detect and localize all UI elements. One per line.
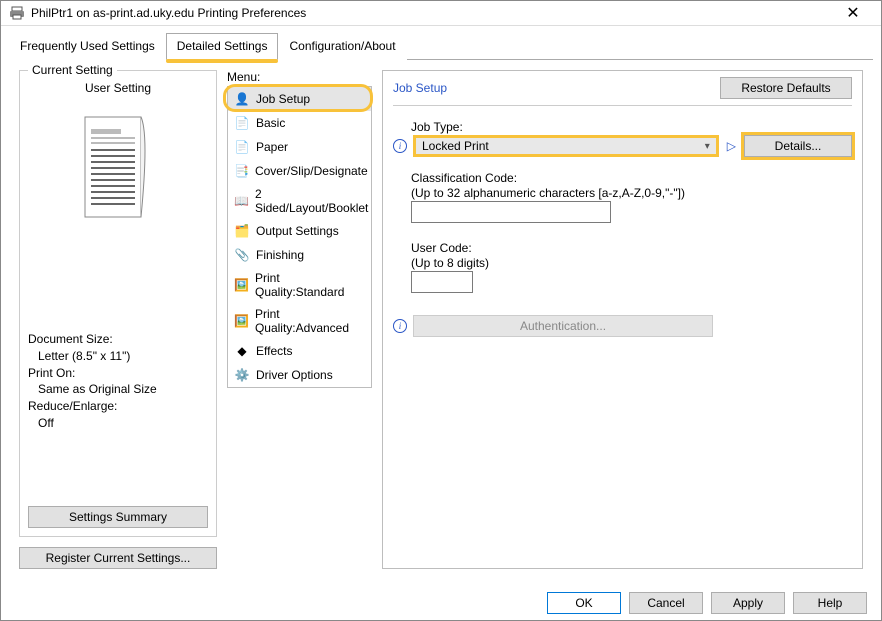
print-on-value: Same as Original Size (28, 381, 208, 398)
highlight-annotation (166, 59, 279, 63)
job-type-row: i Locked Print ▾ ▷ Details... (393, 135, 852, 157)
menu-item-basic[interactable]: 📄 Basic (228, 111, 371, 135)
menu-item-label: Job Setup (256, 92, 310, 106)
reduce-value: Off (28, 415, 208, 432)
quality-std-icon: 🖼️ (234, 277, 249, 293)
user-code-hint: (Up to 8 digits) (411, 256, 852, 270)
menu-item-driver-options[interactable]: ⚙️ Driver Options (228, 363, 371, 387)
classification-input[interactable] (411, 201, 611, 223)
menu-item-effects[interactable]: ◆ Effects (228, 339, 371, 363)
tab-strip: Frequently Used Settings Detailed Settin… (1, 26, 881, 59)
job-type-value: Locked Print (422, 139, 489, 153)
menu-item-label: Print Quality:Advanced (255, 307, 365, 335)
finishing-icon: 📎 (234, 247, 250, 263)
restore-defaults-button[interactable]: Restore Defaults (720, 77, 852, 99)
tab-frequently-used[interactable]: Frequently Used Settings (9, 33, 166, 60)
menu-column: Menu: 👤 Job Setup 📄 Basic 📄 Paper 📑 Cove… (227, 70, 372, 569)
quality-adv-icon: 🖼️ (234, 313, 249, 329)
menu-item-job-setup[interactable]: 👤 Job Setup (228, 87, 371, 111)
output-icon: 🗂️ (234, 223, 250, 239)
menu-item-label: Paper (256, 140, 288, 154)
apply-button[interactable]: Apply (711, 592, 785, 614)
menu-item-label: 2 Sided/Layout/Booklet (255, 187, 368, 215)
left-column: Current Setting User Setting (19, 70, 217, 569)
menu-item-paper[interactable]: 📄 Paper (228, 135, 371, 159)
panel-title: Job Setup (393, 81, 720, 95)
settings-panel: Job Setup Restore Defaults Job Type: i L… (382, 70, 863, 569)
classification-hint: (Up to 32 alphanumeric characters [a-z,A… (411, 186, 852, 200)
menu-list: 👤 Job Setup 📄 Basic 📄 Paper 📑 Cover/Slip… (227, 86, 372, 388)
menu-item-finishing[interactable]: 📎 Finishing (228, 243, 371, 267)
tab-detailed-settings[interactable]: Detailed Settings (166, 33, 279, 60)
printing-preferences-window: PhilPtr1 on as-print.ad.uky.edu Printing… (0, 0, 882, 621)
page-preview (28, 99, 208, 241)
menu-item-label: Effects (256, 344, 292, 358)
tab-configuration-about[interactable]: Configuration/About (278, 33, 406, 60)
doc-size-label: Document Size: (28, 331, 208, 348)
cover-icon: 📑 (234, 163, 249, 179)
job-setup-icon: 👤 (234, 91, 250, 107)
effects-icon: ◆ (234, 343, 250, 359)
print-on-label: Print On: (28, 365, 208, 382)
user-code-label: User Code: (411, 241, 852, 255)
play-icon[interactable]: ▷ (725, 139, 738, 153)
tab-content: Current Setting User Setting (9, 59, 873, 579)
menu-label: Menu: (227, 70, 372, 84)
menu-item-label: Cover/Slip/Designate (255, 164, 368, 178)
settings-summary-button[interactable]: Settings Summary (28, 506, 208, 528)
menu-item-label: Output Settings (256, 224, 339, 238)
basic-icon: 📄 (234, 115, 250, 131)
close-button[interactable]: ✕ (833, 3, 873, 23)
details-button[interactable]: Details... (744, 135, 852, 157)
reduce-label: Reduce/Enlarge: (28, 398, 208, 415)
doc-size-value: Letter (8.5" x 11") (28, 348, 208, 365)
help-button[interactable]: Help (793, 592, 867, 614)
layout-icon: 📖 (234, 193, 249, 209)
chevron-down-icon: ▾ (705, 141, 710, 152)
current-setting-group: Current Setting User Setting (19, 70, 217, 537)
menu-item-2sided-layout[interactable]: 📖 2 Sided/Layout/Booklet (228, 183, 371, 219)
menu-item-label: Driver Options (256, 368, 333, 382)
info-icon[interactable]: i (393, 139, 407, 153)
document-info: Document Size: Letter (8.5" x 11") Print… (28, 331, 208, 432)
auth-row: i Authentication... (393, 315, 852, 337)
cancel-button[interactable]: Cancel (629, 592, 703, 614)
user-code-input[interactable] (411, 271, 473, 293)
classification-label: Classification Code: (411, 171, 852, 185)
panel-header: Job Setup Restore Defaults (393, 77, 852, 106)
info-icon[interactable]: i (393, 319, 407, 333)
menu-item-label: Basic (256, 116, 285, 130)
job-type-label: Job Type: (411, 120, 852, 134)
dialog-footer: OK Cancel Apply Help (1, 587, 881, 620)
printer-icon (9, 5, 25, 21)
ok-button[interactable]: OK (547, 592, 621, 614)
menu-item-output-settings[interactable]: 🗂️ Output Settings (228, 219, 371, 243)
authentication-button: Authentication... (413, 315, 713, 337)
current-setting-legend: Current Setting (28, 63, 117, 77)
menu-item-label: Print Quality:Standard (255, 271, 365, 299)
menu-item-cover-slip[interactable]: 📑 Cover/Slip/Designate (228, 159, 371, 183)
current-setting-name: User Setting (28, 81, 208, 95)
window-title: PhilPtr1 on as-print.ad.uky.edu Printing… (31, 6, 833, 20)
titlebar: PhilPtr1 on as-print.ad.uky.edu Printing… (1, 1, 881, 26)
register-current-settings-button[interactable]: Register Current Settings... (19, 547, 217, 569)
gear-icon: ⚙️ (234, 367, 250, 383)
job-type-select[interactable]: Locked Print ▾ (413, 135, 719, 157)
menu-item-label: Finishing (256, 248, 304, 262)
menu-item-print-quality-advanced[interactable]: 🖼️ Print Quality:Advanced (228, 303, 371, 339)
menu-item-print-quality-standard[interactable]: 🖼️ Print Quality:Standard (228, 267, 371, 303)
paper-icon: 📄 (234, 139, 250, 155)
